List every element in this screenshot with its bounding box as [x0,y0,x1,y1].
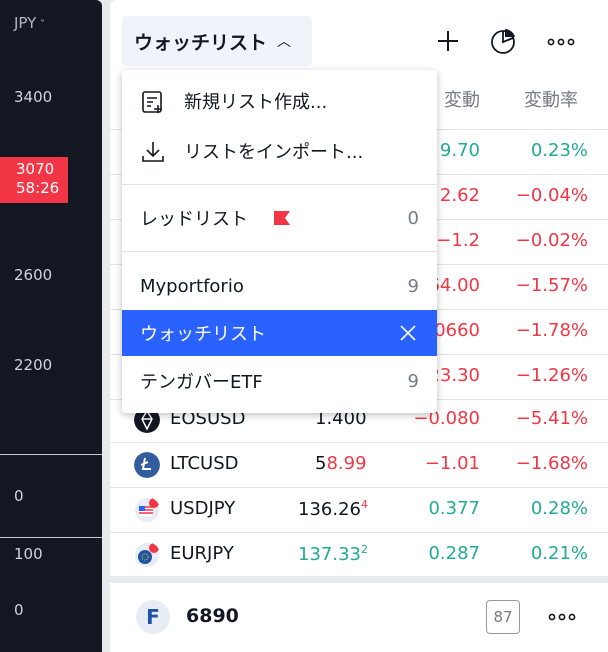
more-options-icon[interactable] [546,605,578,629]
watchlist-title-button[interactable]: ウォッチリスト ︿ [122,16,312,66]
last-price-cell: 136.264 [298,498,368,520]
change-cell: 2.62 [439,185,480,206]
scale-tick: 2600 [14,266,53,284]
last-price-cell: 137.332 [298,543,368,565]
symbol-cell: USDJPY [170,498,236,519]
list-item-watchlist-active[interactable]: ウォッチリスト [122,310,437,356]
change-pct-cell: −0.02% [515,230,588,251]
import-list-label: リストをインポート... [184,142,364,163]
table-row[interactable]: LTCUSD 58.99 −1.01 −1.68% [110,443,608,488]
watchlist-dropdown-menu: 新規リスト作成... リストをインポート... レッドリスト 0 Myportf… [122,70,437,413]
detail-symbol[interactable]: 6890 [186,605,239,627]
column-change-pct[interactable]: 変動率 [524,86,578,112]
create-new-list-label: 新規リスト作成... [184,92,328,113]
list-item-myportforio[interactable]: Myportforio 9 [122,263,437,309]
import-list-item[interactable]: リストをインポート... [122,128,437,174]
scale-tick: 100 [14,545,43,563]
change-cell: 0660 [434,320,480,341]
list-count: 9 [407,275,419,297]
close-icon[interactable] [399,324,417,342]
red-list-count: 0 [407,207,419,229]
symbol-cell: LTCUSD [170,453,239,474]
bar-countdown: 58:26 [16,179,60,197]
chevron-up-icon: ︿ [277,34,292,50]
price-scale[interactable]: JPY ˇ 3400 3070 58:26 2600 2200 0 100 0 [0,0,102,652]
change-pct-cell: −5.41% [515,408,588,429]
red-list-item[interactable]: レッドリスト 0 [122,195,437,241]
table-row[interactable]: EURJPY 137.332 0.287 0.21% [110,533,608,576]
list-name: Myportforio [140,275,244,297]
new-list-icon [142,91,162,113]
usd-flag-icon [135,498,159,522]
column-change[interactable]: 変動 [444,86,480,112]
change-pct-cell: −1.26% [515,365,588,386]
red-flag-icon [274,211,290,225]
symbol-detail-bar[interactable]: F 6890 87 [110,583,608,652]
change-pct-cell: −0.04% [515,185,588,206]
list-name: テンガバーETF [140,372,263,393]
scale-tick: 3400 [14,88,53,106]
pane-separator[interactable] [0,537,102,538]
change-pct-cell: 0.23% [530,140,588,161]
symbol-cell: EURJPY [170,543,234,564]
last-price-cell: 58.99 [315,453,367,474]
list-name: ウォッチリスト [140,324,266,345]
currency-selector[interactable]: JPY ˇ [14,14,45,32]
list-count: 9 [407,370,419,392]
change-cell: −1.2 [436,230,480,251]
current-price: 3070 [16,160,55,178]
create-new-list-item[interactable]: 新規リスト作成... [122,78,437,124]
scale-tick: 2200 [14,356,53,374]
watchlist-title: ウォッチリスト [134,31,268,54]
change-pct-cell: 0.28% [530,498,588,519]
eur-flag-icon [135,543,159,567]
table-row[interactable]: USDJPY 136.264 0.377 0.28% [110,488,608,533]
pane-separator[interactable] [0,454,102,455]
litecoin-logo-icon [134,452,160,478]
change-pct-cell: −1.57% [515,275,588,296]
red-list-label: レッドリスト [140,209,248,230]
scale-tick: 0 [14,601,24,619]
add-symbol-icon[interactable] [433,26,463,56]
scale-tick: 0 [14,487,24,505]
chevron-down-icon: ˇ [36,18,46,31]
more-options-icon[interactable] [546,26,576,56]
menu-divider [122,251,437,252]
company-logo: F [136,600,170,634]
menu-divider [122,184,437,185]
change-pct-cell: −1.68% [515,453,588,474]
score-badge[interactable]: 87 [486,600,520,634]
change-pct-cell: 0.21% [530,543,588,564]
change-cell: 0.287 [428,543,480,564]
advanced-view-icon[interactable] [488,26,518,56]
current-price-badge: 3070 58:26 [0,157,68,203]
import-icon [142,142,164,162]
change-pct-cell: −1.78% [515,320,588,341]
change-cell: 9.70 [439,140,480,161]
change-cell: −1.01 [424,453,480,474]
list-item-tengaba-etf[interactable]: テンガバーETF 9 [122,358,437,404]
change-cell: 0.377 [428,498,480,519]
